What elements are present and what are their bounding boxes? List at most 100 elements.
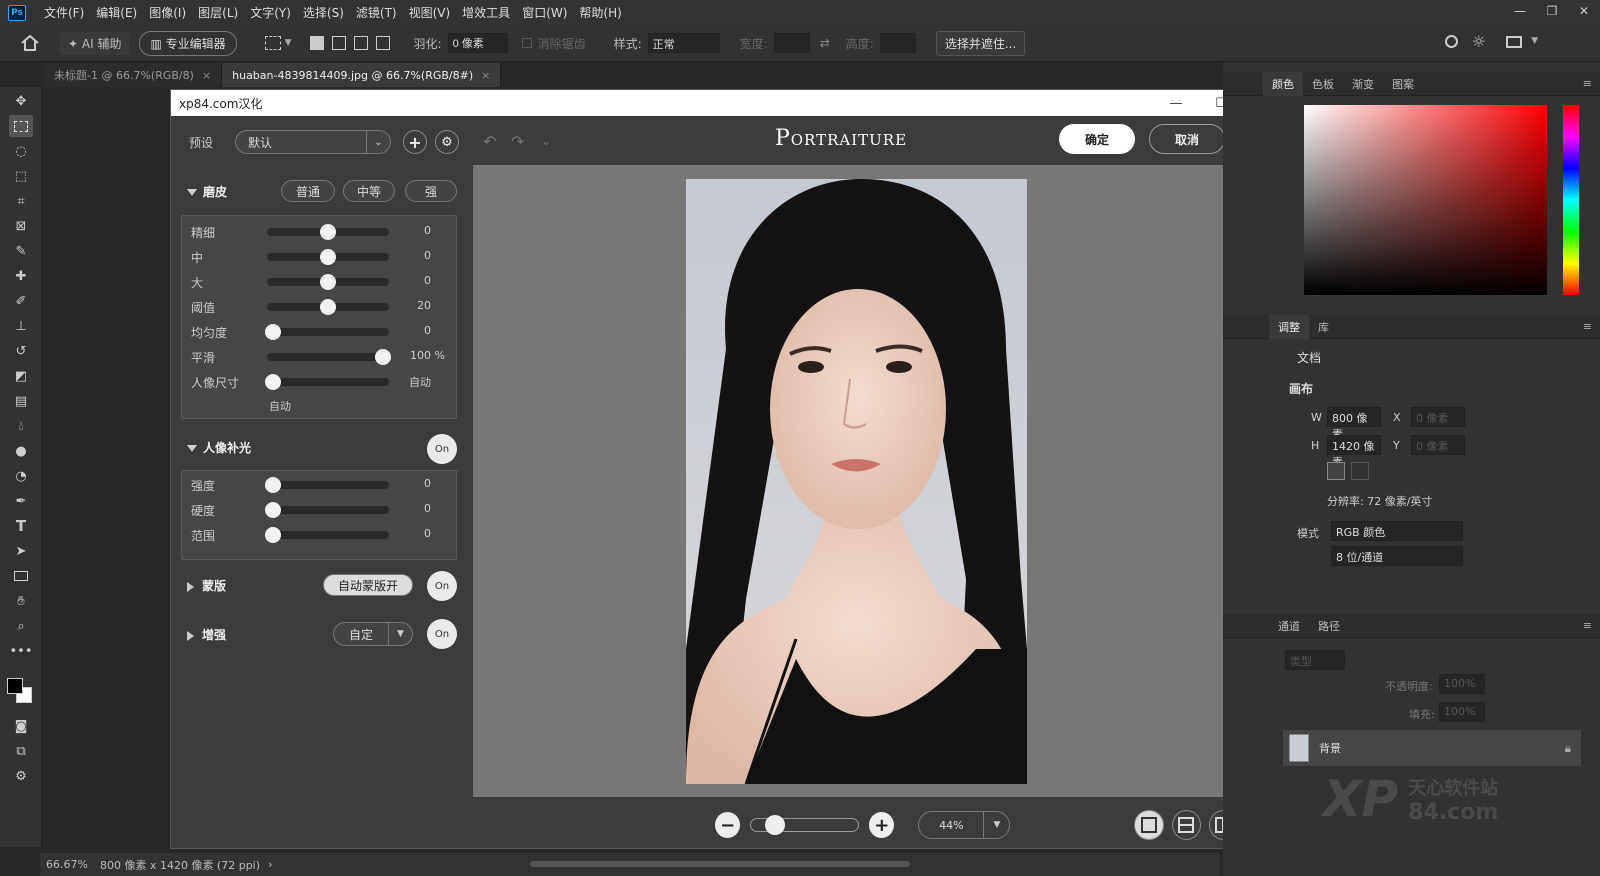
smoothing-slider-knob[interactable] [320,249,336,265]
color-mode-select[interactable]: RGB 颜色 [1331,521,1463,541]
subtract-selection-icon[interactable] [353,36,368,50]
panel-menu-icon[interactable]: ≡ [1583,77,1592,90]
tab-channels[interactable]: 通道 [1269,618,1309,634]
add-preset-button[interactable]: + [403,130,427,154]
add-selection-icon[interactable] [331,36,346,50]
undo-icon[interactable]: ↶ [483,132,509,154]
enhance-on-toggle[interactable]: On [427,619,457,649]
lasso-tool-icon[interactable]: ◌ [9,140,33,162]
smoothing-slider-knob[interactable] [374,349,391,365]
history-chevron-icon[interactable]: ⌄ [541,134,551,148]
horizontal-scrollbar[interactable] [530,861,910,867]
generative-icon[interactable]: ⚙ [9,765,33,787]
width-input[interactable] [773,33,810,53]
mask-header[interactable]: 蒙版 [187,577,226,594]
ok-button[interactable]: 确定 [1059,124,1135,154]
feather-input[interactable] [447,33,508,53]
mask-on-toggle[interactable]: On [427,571,457,601]
doc-y-field[interactable]: 0 像素 [1411,435,1465,455]
tab-untitled[interactable]: 未标题-1 @ 66.7%(RGB/8) × [44,63,223,87]
hue-slider[interactable] [1563,105,1579,295]
zoom-slider[interactable] [750,815,860,835]
foreground-color-swatch[interactable] [7,678,23,694]
zoom-tool-icon[interactable]: ⌕ [9,615,33,637]
brightness-icon[interactable]: ☼ [1472,32,1486,51]
cancel-button[interactable]: 取消 [1149,124,1225,154]
menu-image[interactable]: 图像(I) [143,4,192,21]
zoom-slider-knob[interactable] [765,815,786,835]
single-view-button[interactable] [1134,810,1164,840]
portrait-orientation-icon[interactable] [1327,462,1345,480]
smoothing-medium-button[interactable]: 中等 [343,180,395,202]
style-select[interactable]: 正常 [647,33,720,53]
fill-field[interactable]: 100% [1439,702,1485,722]
tab-patterns[interactable]: 图案 [1383,76,1423,92]
tab-huaban[interactable]: huaban-4839814409.jpg @ 66.7%(RGB/8#) × [222,63,502,87]
menu-type[interactable]: 文字(Y) [244,4,297,21]
smoothing-slider-track[interactable] [265,374,389,390]
eraser-tool-icon[interactable]: ◩ [9,365,33,387]
close-tab-icon[interactable]: × [481,69,490,82]
select-and-mask-button[interactable]: 选择并遮住... [935,30,1026,56]
split-horizontal-button[interactable] [1171,810,1201,840]
tab-gradients[interactable]: 渐变 [1343,76,1383,92]
smoothing-slider-track[interactable] [265,324,389,340]
smoothing-slider-track[interactable] [267,299,389,315]
close-tab-icon[interactable]: × [202,69,211,82]
preset-select[interactable]: 默认 ⌄ [235,130,391,154]
more-tools-icon[interactable]: ••• [9,640,33,662]
smoothing-slider-track[interactable] [267,249,389,265]
restore-button[interactable]: ❐ [1536,0,1568,22]
new-selection-icon[interactable] [309,36,324,50]
frame-tool-icon[interactable]: ⊠ [9,215,33,237]
minimize-button[interactable]: — [1504,0,1536,22]
marquee-preset-icon[interactable] [264,36,281,50]
path-select-icon[interactable]: ➤ [9,540,33,562]
pen-tool-icon[interactable]: ✒ [9,490,33,512]
move-tool-icon[interactable]: ✥ [9,90,33,112]
type-tool-icon[interactable]: T [9,515,33,537]
history-brush-icon[interactable]: ↺ [9,340,33,362]
swap-icon[interactable]: ⇄ [820,36,830,50]
enhance-header[interactable]: 增强 [187,626,226,643]
search-icon[interactable] [1445,35,1458,48]
layer-kind-filter[interactable]: 类型 [1285,650,1345,670]
status-arrow-icon[interactable]: › [268,858,272,871]
doc-height-field[interactable]: 1420 像素 [1327,435,1381,469]
lighting-slider-track[interactable] [265,502,389,518]
lighting-header[interactable]: 人像补光 [187,439,251,456]
settings-icon[interactable]: ⚙ [435,130,459,154]
menu-help[interactable]: 帮助(H) [573,4,627,21]
menu-select[interactable]: 选择(S) [297,4,350,21]
menu-edit[interactable]: 编辑(E) [90,4,143,21]
gradient-tool-icon[interactable]: ▤ [9,390,33,412]
tab-swatches[interactable]: 色板 [1303,76,1343,92]
lighting-slider-knob[interactable] [265,502,282,518]
panel-menu-icon[interactable]: ≡ [1583,619,1592,632]
smoothing-normal-button[interactable]: 普通 [281,180,335,202]
lighting-on-toggle[interactable]: On [427,434,457,464]
smoothing-slider-track[interactable] [267,224,389,240]
brush-tool-icon[interactable]: ✐ [9,290,33,312]
zoom-out-button[interactable]: − [715,812,741,838]
workspace-icon[interactable] [1506,36,1522,48]
lighting-slider-knob[interactable] [265,477,282,493]
screen-mode-icon[interactable]: ⧉ [9,740,33,762]
chevron-down-icon[interactable]: ▼ [285,38,292,48]
blur-tool-icon[interactable]: 💧︎ [9,415,33,437]
hand-tool-icon[interactable]: ✋︎ [9,590,33,612]
smoothing-slider-knob[interactable] [265,374,282,390]
smoothing-slider-knob[interactable] [320,299,336,315]
tab-adjustments[interactable]: 调整 [1269,314,1309,339]
home-icon[interactable] [20,34,40,52]
enhance-select[interactable]: 自定 ▼ [333,622,413,646]
intersect-selection-icon[interactable] [375,36,390,50]
lighting-slider-knob[interactable] [265,527,282,543]
doc-width-field[interactable]: 800 像素 [1327,407,1381,441]
stamp-tool-icon[interactable]: ⊥ [9,315,33,337]
tab-libraries[interactable]: 库 [1309,319,1338,335]
smoothing-slider-knob[interactable] [265,324,282,340]
zoom-select[interactable]: 44% ▼ [918,811,1011,839]
portrait-photo[interactable] [686,179,1027,784]
tab-paths[interactable]: 路径 [1309,618,1349,634]
